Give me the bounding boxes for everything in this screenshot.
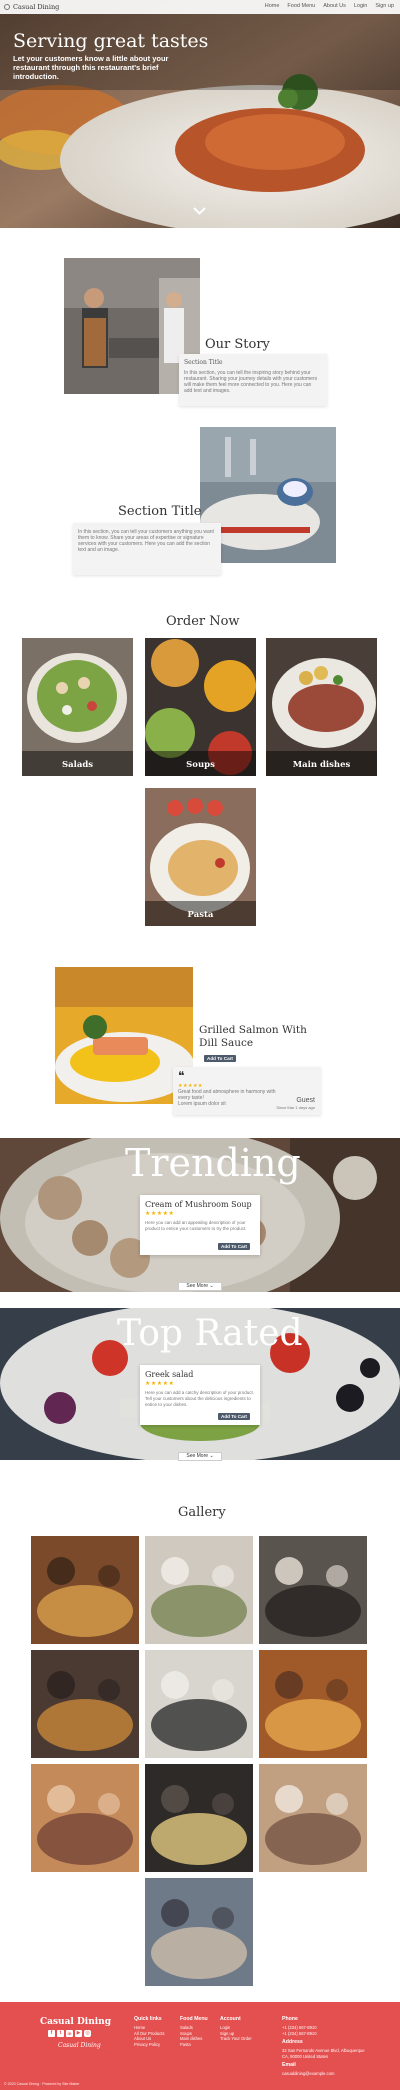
- address-title: Address: [282, 2039, 303, 2046]
- category-soups[interactable]: Soups: [145, 638, 256, 776]
- footer-food-menu: Food Menu Salads Soups Main dishes Pasta: [180, 2016, 208, 2047]
- nav-food-menu[interactable]: Food Menu: [287, 3, 315, 9]
- featured-add-to-cart-button[interactable]: Add To Cart: [204, 1055, 236, 1062]
- see-more-label: See More: [186, 1283, 209, 1289]
- chevron-down-icon[interactable]: [193, 206, 206, 216]
- gallery-image[interactable]: [145, 1764, 253, 1872]
- top-rated-card: Greek salad ★★★★★ Here you can add a cat…: [140, 1365, 260, 1425]
- main-nav: Home Food Menu About Us Login Sign up: [265, 3, 394, 9]
- top-rated-title: Top Rated: [117, 1313, 303, 1354]
- footer: Casual Dining f t in ▶ ◎ Casual Dining Q…: [0, 2002, 400, 2090]
- story-card-title: Section Title: [184, 359, 223, 366]
- top-navbar: Casual Dining Home Food Menu About Us Lo…: [0, 0, 400, 14]
- address-text: 32 San Fernando Avenue Blvd, Albuquerque…: [282, 2048, 365, 2059]
- category-label: Soups: [186, 760, 215, 770]
- footer-link-pasta[interactable]: Pasta: [180, 2042, 208, 2048]
- email-text[interactable]: casualdining@example.com: [282, 2071, 372, 2077]
- youtube-icon[interactable]: ▶: [75, 2030, 82, 2037]
- email-title: Email: [282, 2062, 296, 2069]
- facebook-icon[interactable]: f: [48, 2030, 55, 2037]
- section-card: In this section, you can tell your custo…: [73, 523, 221, 575]
- phone-2[interactable]: +1 (234) 567-8910: [282, 2031, 372, 2037]
- category-label: Main dishes: [292, 760, 351, 770]
- nav-login[interactable]: Login: [354, 3, 367, 9]
- nav-about-us[interactable]: About Us: [323, 3, 346, 9]
- footer-column-title: Account: [220, 2016, 241, 2022]
- gallery-image[interactable]: [259, 1764, 367, 1872]
- footer-quick-links: Quick links Home All Our Products About …: [134, 2016, 165, 2047]
- hero-subtitle: Let your customers know a little about y…: [13, 54, 169, 81]
- review-card: ❝ ★★★★★ Great food and atmosphere in har…: [173, 1067, 321, 1115]
- review-date: Since Mar 1 days ago: [276, 1105, 315, 1110]
- gallery-image[interactable]: [31, 1650, 139, 1758]
- footer-account: Account Login Sign up Track Your Order: [220, 2016, 252, 2042]
- quote-icon: ❝: [178, 1069, 185, 1083]
- footer-link-privacy-policy[interactable]: Privacy Policy: [134, 2042, 165, 2048]
- featured-title: Grilled Salmon With Dill Sauce: [199, 1024, 307, 1049]
- top-rated-card-title: Greek salad: [145, 1370, 194, 1379]
- reviewer-name: Guest: [296, 1097, 315, 1104]
- top-rated-see-more-button[interactable]: See More ⌄: [178, 1452, 222, 1461]
- trending-card: Cream of Mushroom Soup ★★★★★ Here you ca…: [140, 1195, 260, 1255]
- chevron-down-icon: ⌄: [209, 1283, 214, 1289]
- section-title: Section Title: [118, 504, 202, 519]
- footer-brand: Casual Dining: [40, 2017, 112, 2027]
- gallery-image[interactable]: [259, 1536, 367, 1644]
- top-rated-card-text: Here you can add a catchy description of…: [145, 1390, 255, 1407]
- logo-icon: [4, 4, 10, 10]
- footer-column-title: Food Menu: [180, 2016, 208, 2022]
- trending-rating: ★★★★★: [145, 1211, 175, 1217]
- social-icons: f t in ▶ ◎: [48, 2030, 91, 2037]
- chevron-down-icon: ⌄: [209, 1453, 214, 1459]
- gallery-image[interactable]: [31, 1536, 139, 1644]
- nav-home[interactable]: Home: [265, 3, 280, 9]
- gallery-image[interactable]: [145, 1650, 253, 1758]
- story-title: Our Story: [205, 337, 270, 352]
- top-rated-add-to-cart-button[interactable]: Add To Cart: [218, 1413, 250, 1420]
- top-rated-rating: ★★★★★: [145, 1381, 175, 1387]
- footer-column-title: Quick links: [134, 2016, 162, 2022]
- category-label: Salads: [61, 760, 94, 770]
- footer-link-track-order[interactable]: Track Your Order: [220, 2036, 252, 2042]
- footer-signature: Casual Dining: [58, 2042, 101, 2049]
- review-more-text: Lorem ipsum dolor sit: [178, 1101, 226, 1107]
- twitter-icon[interactable]: t: [57, 2030, 64, 2037]
- gallery-title: Gallery: [178, 1505, 226, 1520]
- category-pasta[interactable]: Pasta: [145, 788, 256, 926]
- instagram-icon[interactable]: ◎: [84, 2030, 91, 2037]
- trending-add-to-cart-button[interactable]: Add To Cart: [218, 1243, 250, 1250]
- trending-card-title: Cream of Mushroom Soup: [145, 1200, 252, 1209]
- gallery-image[interactable]: [145, 1536, 253, 1644]
- see-more-label: See More: [186, 1453, 209, 1459]
- order-title: Order Now: [166, 614, 240, 629]
- section-card-text: In this section, you can tell your custo…: [78, 529, 214, 553]
- copyright: © 2023 Casual Dining · Powered by Site M…: [4, 2082, 80, 2086]
- story-card: Section Title In this section, you can t…: [179, 354, 327, 406]
- brand-name[interactable]: Casual Dining: [13, 3, 59, 11]
- hero-title: Serving great tastes: [13, 30, 209, 52]
- trending-title: Trending: [125, 1141, 301, 1185]
- trending-see-more-button[interactable]: See More ⌄: [178, 1282, 222, 1291]
- category-main-dishes[interactable]: Main dishes: [266, 638, 377, 776]
- story-card-text: In this section, you can tell the inspir…: [184, 370, 318, 394]
- review-text: Great food and atmosphere in harmony wit…: [178, 1089, 276, 1101]
- phone-title: Phone: [282, 2016, 298, 2022]
- trending-card-text: Here you can add an appealing descriptio…: [145, 1220, 247, 1231]
- gallery-image[interactable]: [259, 1650, 367, 1758]
- linkedin-icon[interactable]: in: [66, 2030, 73, 2037]
- footer-contact: Phone +1 (234) 567-8910 +1 (234) 567-891…: [282, 2016, 372, 2077]
- nav-sign-up[interactable]: Sign up: [375, 3, 394, 9]
- gallery-image[interactable]: [31, 1764, 139, 1872]
- category-label: Pasta: [187, 910, 214, 920]
- gallery-image[interactable]: [145, 1878, 253, 1986]
- category-salads[interactable]: Salads: [22, 638, 133, 776]
